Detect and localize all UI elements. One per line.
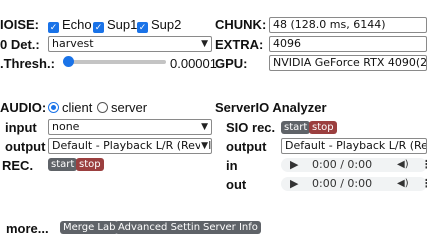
more-options-icon[interactable]: ⋮ (421, 177, 427, 191)
sio-rec-label: SIO rec. (226, 120, 276, 135)
out-audio-player[interactable]: ▶ 0:00 / 0:00 ◀) ⋮ (281, 177, 427, 191)
extra-value: 4096 (273, 37, 301, 50)
f0-detector-label: 0 Det.: (0, 37, 40, 52)
server-label: server (111, 100, 148, 115)
chunk-label: CHUNK: (215, 17, 267, 32)
input-device-select[interactable]: none ▼ (48, 119, 212, 135)
extra-label: EXTRA: (215, 37, 264, 52)
sio-output-select[interactable]: Default - Playback L/R (Revelator) (281, 138, 427, 154)
sio-stop-button[interactable]: stop (309, 121, 337, 134)
chevron-down-icon: ▼ (200, 139, 208, 153)
sio-output-value: Default - Playback L/R (Revelator) (285, 139, 426, 152)
sio-start-button[interactable]: start (281, 121, 311, 134)
in-audio-player[interactable]: ▶ 0:00 / 0:00 ◀) ⋮ (281, 158, 427, 172)
chunk-value: 48 (128.0 ms, 6144) (273, 18, 386, 31)
threshold-label: .Thresh.: (0, 56, 55, 71)
input-device-value: none (52, 120, 80, 133)
out-label: out (226, 177, 247, 192)
sup1-checkbox[interactable]: ✓ Sup1 (93, 17, 137, 33)
in-label: in (226, 158, 238, 173)
play-icon[interactable]: ▶ (290, 158, 298, 172)
threshold-value: 0.00001 (170, 56, 217, 71)
more-label: more... (6, 221, 49, 236)
extra-select[interactable]: 4096 (269, 36, 427, 52)
echo-label: Echo (62, 17, 92, 32)
gpu-label: GPU: (215, 56, 248, 71)
noise-label: IOISE: (0, 17, 40, 32)
rec-label: REC. (2, 158, 34, 173)
chevron-down-icon: ▼ (201, 122, 208, 132)
checkmark-icon: ✓ (48, 22, 59, 33)
out-time-display: 0:00 / 0:00 (312, 177, 373, 190)
server-info-button[interactable]: Server Info (200, 221, 261, 234)
gpu-select[interactable]: NVIDIA GeForce RTX 4090(24GB) (269, 55, 427, 71)
output-label: output (5, 139, 46, 154)
client-radio[interactable]: client (48, 100, 92, 115)
play-icon[interactable]: ▶ (290, 177, 298, 191)
threshold-slider-thumb[interactable] (63, 56, 74, 67)
volume-icon[interactable]: ◀) (397, 158, 409, 172)
gpu-value: NVIDIA GeForce RTX 4090(24GB) (273, 56, 427, 69)
f0-detector-value: harvest (52, 37, 94, 50)
chevron-down-icon: ▼ (201, 39, 208, 49)
more-options-icon[interactable]: ⋮ (421, 158, 427, 172)
output-device-select[interactable]: Default - Playback L/R (Revelator) ▼ (48, 138, 212, 154)
checkmark-icon: ✓ (93, 22, 104, 33)
merge-lab-button[interactable]: Merge Lab (60, 221, 119, 234)
client-label: client (62, 100, 93, 115)
rec-stop-button[interactable]: stop (76, 158, 104, 171)
rec-start-button[interactable]: start (48, 158, 78, 171)
threshold-slider-track[interactable] (63, 60, 166, 64)
advanced-setting-button[interactable]: Advanced Setting (115, 221, 210, 234)
echo-checkbox[interactable]: ✓ Echo (48, 17, 92, 33)
chunk-select[interactable]: 48 (128.0 ms, 6144) (269, 17, 427, 33)
sio-output-label: output (226, 139, 267, 154)
in-time-display: 0:00 / 0:00 (312, 158, 373, 171)
input-label: input (5, 120, 37, 135)
sup1-label: Sup1 (107, 17, 138, 32)
server-radio[interactable]: server (97, 100, 147, 115)
radio-selected-icon (48, 102, 59, 113)
sup2-label: Sup2 (151, 17, 182, 32)
output-device-value: Default - Playback L/R (Revelator) (52, 139, 212, 152)
volume-icon[interactable]: ◀) (397, 177, 409, 191)
radio-unselected-icon (97, 102, 108, 113)
f0-detector-select[interactable]: harvest ▼ (48, 36, 212, 52)
audio-label: AUDIO: (0, 100, 47, 115)
serverio-analyzer-title: ServerIO Analyzer (215, 100, 327, 115)
checkmark-icon: ✓ (137, 22, 148, 33)
sup2-checkbox[interactable]: ✓ Sup2 (137, 17, 181, 33)
